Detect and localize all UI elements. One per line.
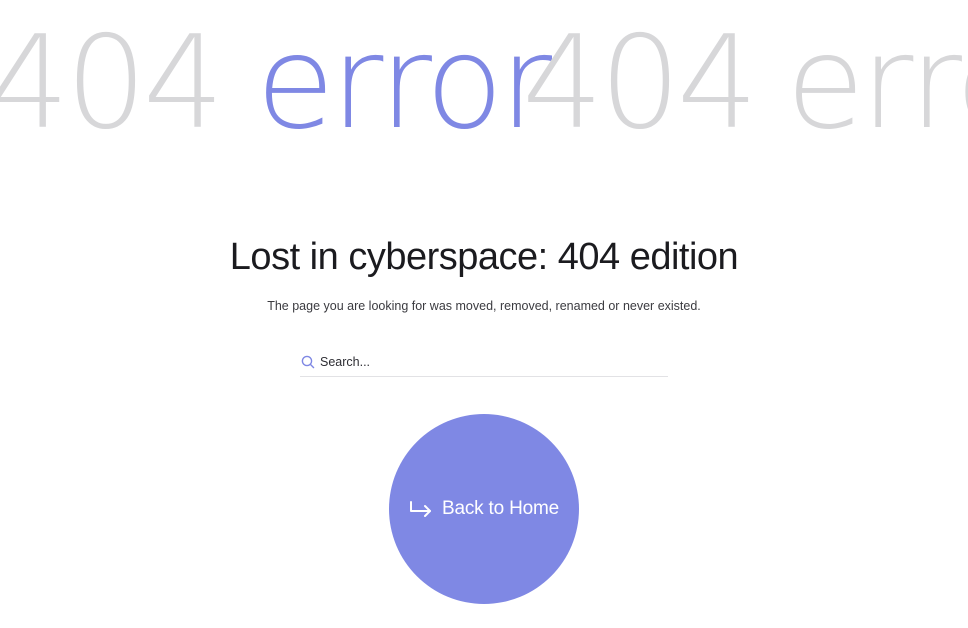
marquee-word: erro [786, 9, 968, 150]
error-marquee: 404 error 404 erro [0, 0, 968, 150]
back-to-home-button[interactable]: Back to Home [389, 414, 579, 604]
return-arrow-icon [409, 499, 433, 519]
marquee-word: 404 [0, 9, 224, 150]
page-subtitle: The page you are looking for was moved, … [267, 299, 701, 313]
marquee-word: 404 [522, 9, 758, 150]
search-icon [300, 354, 316, 370]
marquee-word-highlighted: error [256, 9, 552, 150]
search-bar [300, 347, 668, 377]
search-input[interactable] [316, 348, 668, 375]
back-to-home-label: Back to Home [442, 498, 559, 519]
back-to-home-content: Back to Home [409, 498, 559, 520]
page-title: Lost in cyberspace: 404 edition [229, 236, 739, 278]
